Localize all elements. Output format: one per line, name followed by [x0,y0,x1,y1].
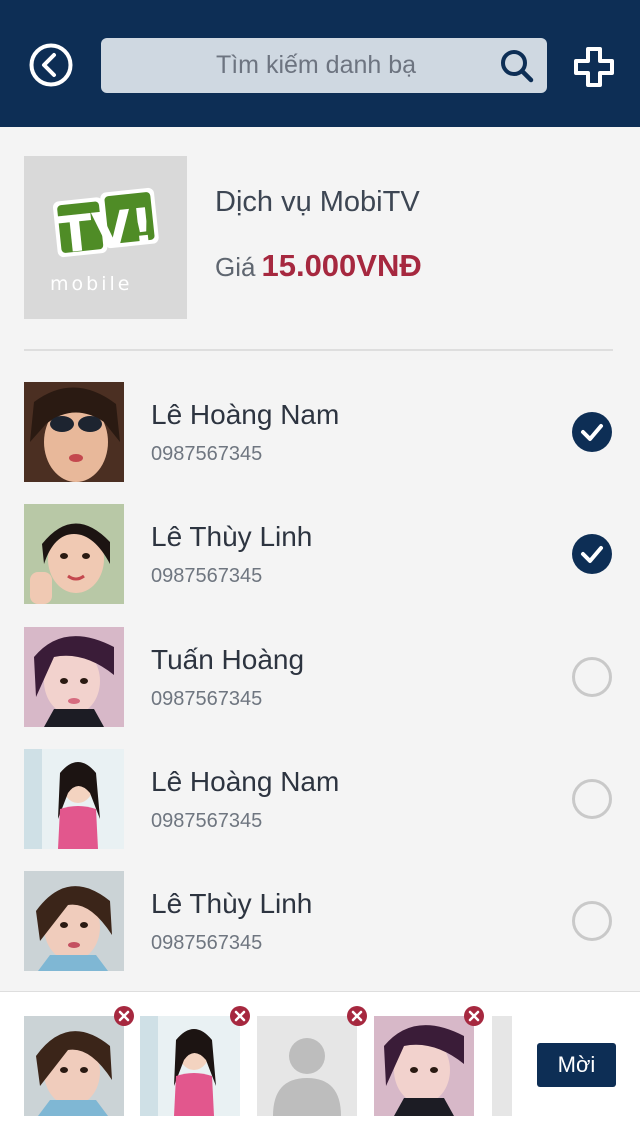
contact-row[interactable]: Tuấn Hoàng 0987567345 [24,627,616,727]
back-icon [29,43,73,87]
selected-contact[interactable] [374,1006,484,1116]
divider [24,349,613,351]
service-name: Dịch vụ MobiTV [215,186,420,218]
contact-phone: 0987567345 [151,688,263,710]
contact-name: Lê Thùy Linh [151,888,313,919]
contact-name: Lê Hoàng Nam [151,766,340,797]
plus-icon [574,47,614,87]
selected-avatar [140,1016,240,1116]
remove-icon[interactable] [230,1006,250,1026]
selected-avatar [374,1016,474,1116]
check-icon-unselected[interactable] [572,779,612,819]
price-label: Giá [215,252,256,282]
avatar [24,504,124,604]
remove-icon[interactable] [114,1006,134,1026]
search-box [101,38,547,93]
check-icon-unselected[interactable] [572,901,612,941]
search-icon[interactable] [499,48,535,84]
contact-phone: 0987567345 [151,932,263,954]
check-icon-selected[interactable] [572,412,612,452]
contact-name: Lê Thùy Linh [151,521,313,552]
contact-row[interactable]: Lê Hoàng Nam 0987567345 [24,382,616,482]
svg-text:TV!: TV! [56,197,157,265]
default-avatar-icon [257,1016,357,1116]
contact-phone: 0987567345 [151,443,263,465]
service-info: TV! mobile Dịch vụ MobiTV Giá 15.000VNĐ [24,156,616,319]
avatar [24,749,124,849]
selected-avatar [24,1016,124,1116]
avatar [24,627,124,727]
selected-contacts-bar: Mời [0,991,640,1136]
contact-name: Tuấn Hoàng [151,644,305,675]
price-value: 15.000VNĐ [261,248,422,283]
contact-phone: 0987567345 [151,810,263,832]
selected-contact[interactable] [257,1006,367,1116]
back-button[interactable] [27,41,75,89]
check-icon-selected[interactable] [572,534,612,574]
remove-icon[interactable] [347,1006,367,1026]
app-screen: TV! mobile Dịch vụ MobiTV Giá15.000VNĐ [0,0,640,1136]
selected-contact[interactable] [140,1006,250,1116]
contact-row[interactable]: Lê Thùy Linh 0987567345 [24,504,616,604]
contact-phone: 0987567345 [151,565,263,587]
avatar [24,871,124,971]
add-contact-button[interactable] [572,45,616,89]
contact-row[interactable]: Lê Thùy Linh 0987567345 [24,871,616,971]
contact-name: Lê Hoàng Nam [151,399,340,430]
contact-row[interactable]: Lê Hoàng Nam 0987567345 [24,749,616,849]
selected-contact-partial[interactable] [492,1016,512,1116]
svg-text:mobile: mobile [50,273,132,295]
selected-contact[interactable] [24,1006,134,1116]
mobitv-logo: TV! mobile [24,156,187,319]
header-bar [0,0,640,127]
check-icon-unselected[interactable] [572,657,612,697]
search-input[interactable] [101,38,491,93]
avatar [24,382,124,482]
service-price: Giá 15.000VNĐ [215,248,422,284]
invite-button[interactable]: Mời [537,1043,616,1087]
remove-icon[interactable] [464,1006,484,1026]
